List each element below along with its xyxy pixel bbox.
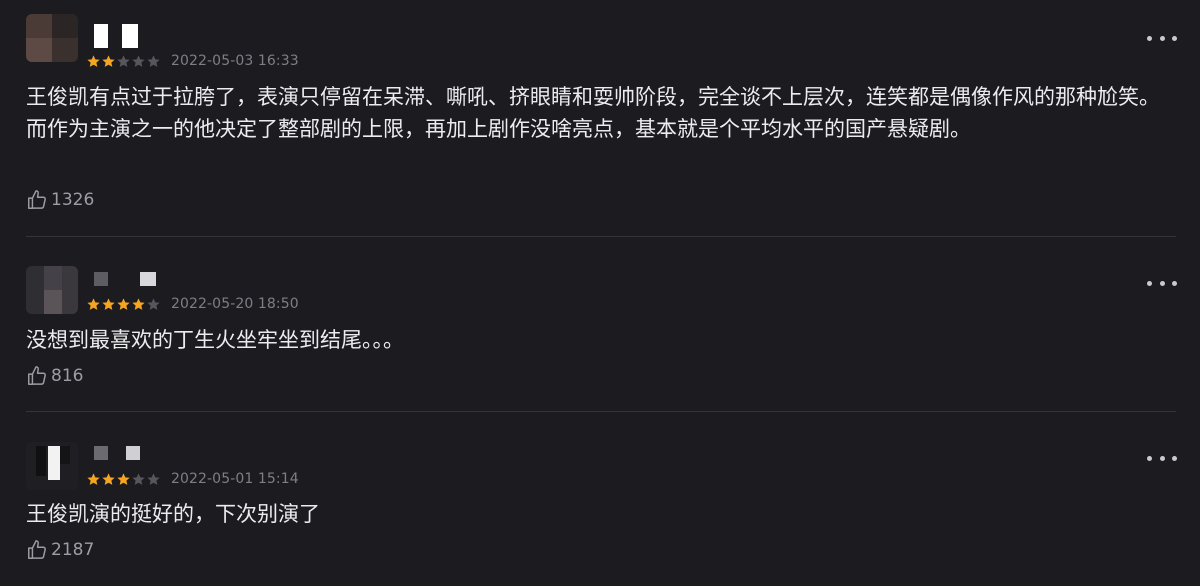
review-text: 王俊凯有点过于拉胯了，表演只停留在呆滞、嘶吼、挤眼睛和耍帅阶段，完全谈不上层次，… — [26, 85, 1160, 141]
star-filled-icon — [87, 54, 100, 67]
like-button[interactable]: 1326 — [26, 189, 94, 211]
star-filled-icon — [117, 297, 130, 310]
review-meta: 2022-05-20 18:50 — [86, 295, 299, 313]
star-filled-icon — [132, 297, 145, 310]
star-empty-icon — [147, 297, 160, 310]
thumbs-up-icon — [26, 539, 48, 561]
more-dots-icon — [1147, 280, 1152, 286]
more-dots-icon — [1147, 455, 1152, 461]
star-filled-icon — [102, 472, 115, 485]
more-options-button[interactable] — [1147, 276, 1177, 290]
like-count: 1326 — [51, 190, 95, 210]
star-filled-icon — [87, 472, 100, 485]
more-options-button[interactable] — [1147, 31, 1177, 45]
avatar[interactable] — [26, 14, 78, 62]
star-filled-icon — [102, 54, 115, 67]
review-text: 王俊凯演的挺好的，下次别演了 — [26, 502, 320, 526]
star-rating — [86, 472, 161, 487]
review-text: 没想到最喜欢的丁生火坐牢坐到结尾。。。 — [26, 328, 404, 352]
like-button[interactable]: 2187 — [26, 539, 94, 561]
star-filled-icon — [102, 297, 115, 310]
avatar[interactable] — [26, 442, 78, 490]
star-filled-icon — [117, 472, 130, 485]
star-filled-icon — [87, 297, 100, 310]
avatar[interactable] — [26, 266, 78, 314]
review-meta: 2022-05-01 15:14 — [86, 470, 299, 488]
like-button[interactable]: 816 — [26, 365, 83, 387]
review-date: 2022-05-01 15:14 — [171, 471, 299, 487]
like-count: 816 — [51, 366, 84, 386]
star-empty-icon — [147, 472, 160, 485]
star-rating — [86, 297, 161, 312]
star-empty-icon — [117, 54, 130, 67]
review-date: 2022-05-20 18:50 — [171, 296, 299, 312]
more-options-button[interactable] — [1147, 451, 1177, 465]
review-date: 2022-05-03 16:33 — [171, 53, 299, 69]
star-empty-icon — [132, 54, 145, 67]
more-dots-icon — [1147, 35, 1152, 41]
review-meta: 2022-05-03 16:33 — [86, 52, 299, 70]
thumbs-up-icon — [26, 365, 48, 387]
star-empty-icon — [132, 472, 145, 485]
divider — [26, 236, 1176, 237]
thumbs-up-icon — [26, 189, 48, 211]
star-rating — [86, 54, 161, 69]
review-feed: 2022-05-03 16:33 王俊凯有点过于拉胯了，表演只停留在呆滞、嘶吼、… — [0, 0, 1200, 586]
star-empty-icon — [147, 54, 160, 67]
divider — [26, 411, 1176, 412]
like-count: 2187 — [51, 540, 95, 560]
